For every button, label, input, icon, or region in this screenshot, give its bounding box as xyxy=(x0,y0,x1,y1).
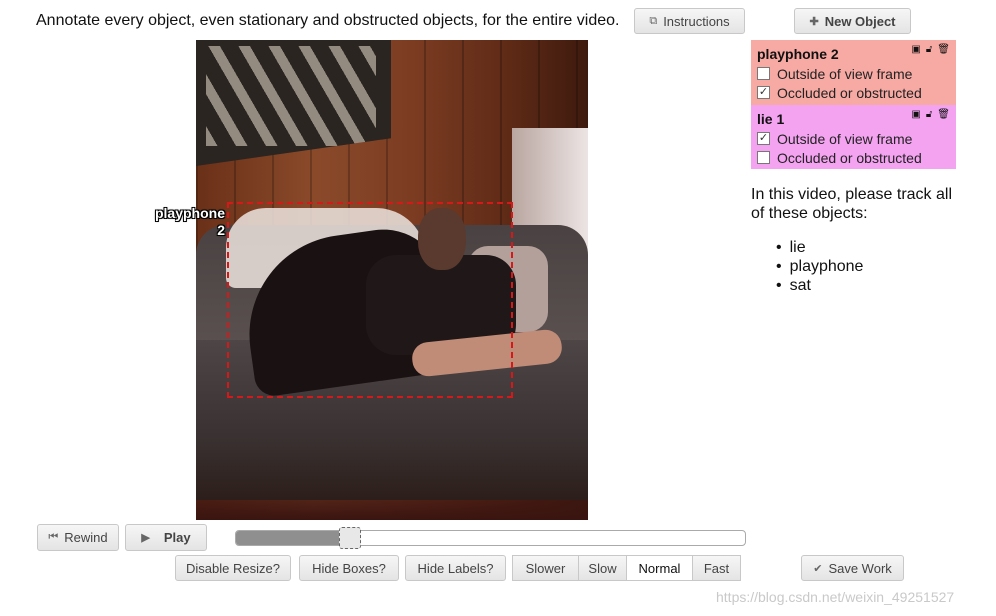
popout-icon: ⧉ xyxy=(649,14,658,27)
watermark: https://blog.csdn.net/weixin_49251527 xyxy=(716,589,955,605)
speed-slower-button[interactable]: Slower xyxy=(512,555,579,581)
instruction-text: Annotate every object, even stationary a… xyxy=(36,12,620,29)
hide-labels-button[interactable]: Hide Labels? xyxy=(405,555,506,581)
check-icon: ✔ xyxy=(813,562,823,575)
rewind-button-label: Rewind xyxy=(64,530,108,545)
occluded-label: Occluded or obstructed xyxy=(777,84,922,101)
rewind-button[interactable]: ⏮︎ Rewind xyxy=(37,524,119,551)
hide-boxes-button[interactable]: Hide Boxes? xyxy=(299,555,399,581)
bounding-box[interactable] xyxy=(227,202,513,398)
video-frame[interactable] xyxy=(196,40,588,520)
new-object-button-label: New Object xyxy=(824,13,896,29)
save-work-button[interactable]: ✔ Save Work xyxy=(801,555,904,581)
timeline-slider[interactable] xyxy=(235,527,746,549)
disable-resize-label: Disable Resize? xyxy=(186,560,280,576)
hide-boxes-label: Hide Boxes? xyxy=(312,560,386,576)
speed-slow-button[interactable]: Slow xyxy=(578,555,627,581)
list-item: lie xyxy=(776,238,863,257)
speed-fast-button[interactable]: Fast xyxy=(692,555,741,581)
new-object-button[interactable]: ✚ New Object xyxy=(794,8,911,34)
image-icon[interactable]: ▣ xyxy=(911,44,920,55)
object-panel-lie-1[interactable]: lie 1 ▣ 🔓︎ 🗑︎ ✓ Outside of view frame Oc… xyxy=(751,105,956,169)
track-list: lie playphone sat xyxy=(776,238,864,295)
outside-checkbox[interactable]: ✓ xyxy=(757,132,770,145)
speed-normal-button[interactable]: Normal xyxy=(626,555,693,581)
play-button-label: Play xyxy=(163,530,191,545)
timeline-progress xyxy=(236,531,340,545)
occluded-checkbox[interactable]: ✓ xyxy=(757,86,770,99)
play-button[interactable]: ▶︎ Play xyxy=(125,524,207,551)
track-instructions: In this video, please track all of these… xyxy=(751,186,952,222)
occluded-label: Occluded or obstructed xyxy=(777,149,922,166)
outside-row[interactable]: Outside of view frame xyxy=(757,64,950,83)
lock-icon[interactable]: 🔓︎ xyxy=(926,109,932,120)
save-work-label: Save Work xyxy=(828,560,892,576)
box-label-name: playphone xyxy=(154,205,225,221)
object-panel-playphone-2[interactable]: playphone 2 ▣ 🔓︎ 🗑︎ Outside of view fram… xyxy=(751,40,956,105)
instructions-button-label: Instructions xyxy=(663,13,730,29)
timeline-handle[interactable] xyxy=(339,527,361,549)
speed-group: Slower Slow Normal Fast xyxy=(512,555,741,581)
occluded-row[interactable]: Occluded or obstructed xyxy=(757,148,950,167)
list-item: sat xyxy=(776,276,863,295)
outside-row[interactable]: ✓ Outside of view frame xyxy=(757,129,950,148)
trash-icon[interactable]: 🗑︎ xyxy=(937,44,950,55)
list-item: playphone xyxy=(776,257,864,276)
lock-icon[interactable]: 🔓︎ xyxy=(926,44,932,55)
occluded-row[interactable]: ✓ Occluded or obstructed xyxy=(757,83,950,102)
rewind-icon: ⏮︎ xyxy=(48,531,59,543)
disable-resize-button[interactable]: Disable Resize? xyxy=(175,555,291,581)
image-icon[interactable]: ▣ xyxy=(911,109,920,120)
object-tools: ▣ 🔓︎ 🗑︎ xyxy=(911,109,950,120)
object-tools: ▣ 🔓︎ 🗑︎ xyxy=(911,44,950,55)
play-icon: ▶︎ xyxy=(141,532,150,544)
box-label: playphone 2 xyxy=(148,205,225,239)
plus-icon: ✚ xyxy=(809,15,819,28)
outside-label: Outside of view frame xyxy=(777,130,913,147)
hide-labels-label: Hide Labels? xyxy=(417,560,494,576)
occluded-checkbox[interactable] xyxy=(757,151,770,164)
box-label-number: 2 xyxy=(217,222,225,238)
outside-label: Outside of view frame xyxy=(777,65,913,82)
instructions-button[interactable]: ⧉ Instructions xyxy=(634,8,745,34)
outside-checkbox[interactable] xyxy=(757,67,770,80)
trash-icon[interactable]: 🗑︎ xyxy=(937,109,950,120)
